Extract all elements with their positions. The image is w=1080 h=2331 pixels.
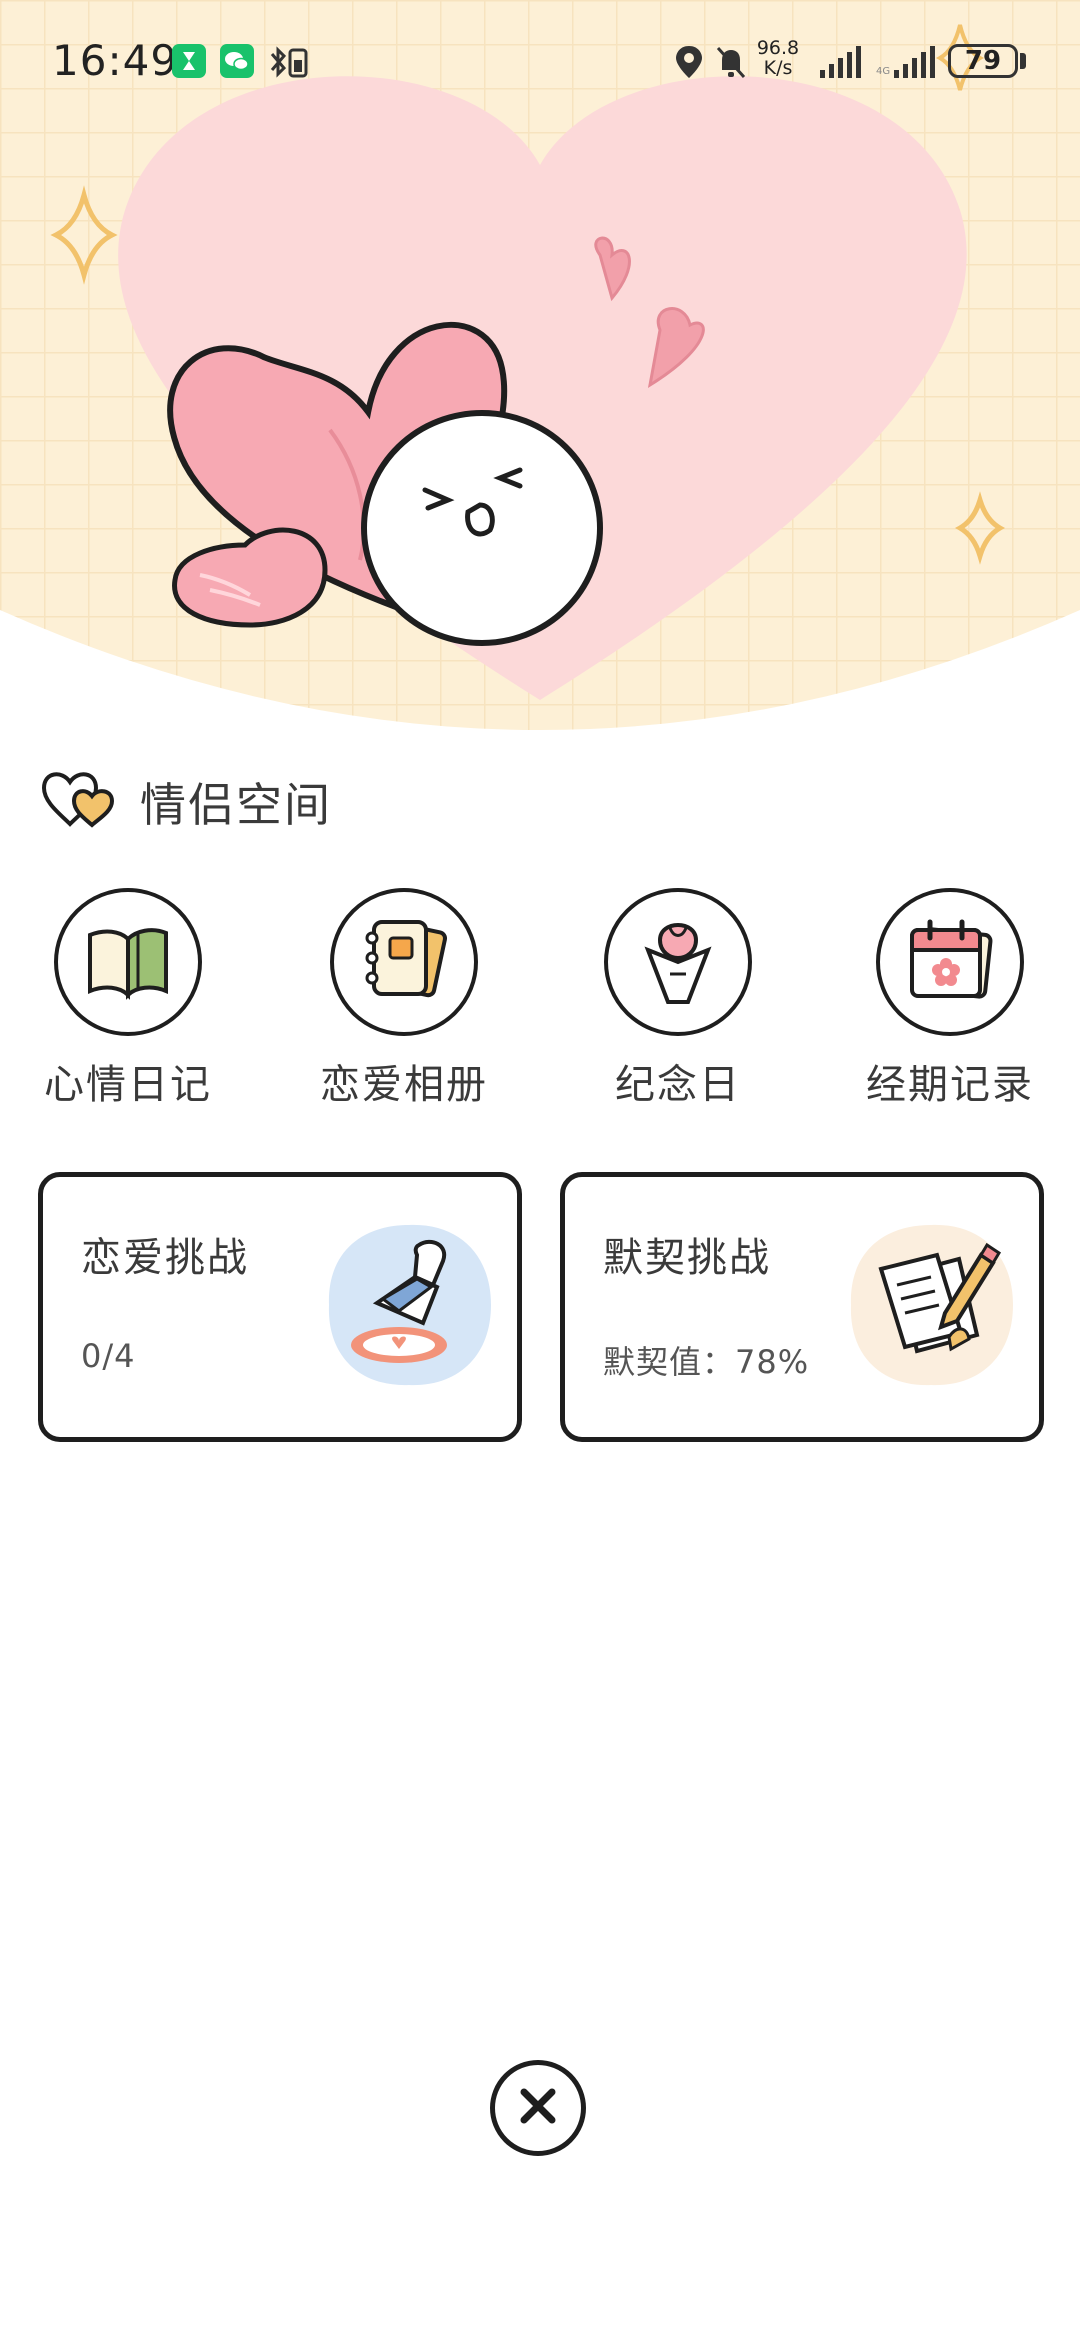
feature-icon-circle[interactable] [604, 888, 752, 1036]
battery-tip [1020, 53, 1026, 69]
flower-bouquet-icon [630, 910, 726, 1014]
feature-period-record[interactable]: 经期记录 [840, 888, 1060, 1110]
feature-label: 心情日记 [44, 1062, 212, 1108]
card-progress: 0/4 [81, 1337, 136, 1375]
signal-icon [818, 44, 862, 80]
section-title: 情侣空间 [140, 778, 332, 832]
feature-anniversary[interactable]: 纪念日 [568, 888, 788, 1110]
feature-label: 纪念日 [615, 1062, 741, 1108]
close-button[interactable] [490, 2060, 586, 2156]
couple-hearts-icon [40, 768, 120, 836]
network-speed-unit: K/s [763, 57, 793, 79]
tacit-challenge-card[interactable]: 默契挑战 默契值：78% [560, 1172, 1044, 1442]
feature-icon-circle[interactable] [876, 888, 1024, 1036]
feature-label: 恋爱相册 [320, 1062, 488, 1108]
feature-icon-circle[interactable] [54, 888, 202, 1036]
section-header: 情侣空间 [40, 762, 332, 842]
mute-bell-icon [714, 44, 748, 80]
open-book-icon [80, 915, 176, 1009]
battery-indicator: 79 [948, 44, 1018, 78]
card-title: 默契挑战 [603, 1235, 771, 1281]
network-speed-value: 96.8 [756, 37, 800, 59]
wechat-icon [220, 44, 254, 80]
notebook-album-icon [356, 912, 452, 1012]
card-title: 恋爱挑战 [81, 1235, 249, 1281]
feature-mood-diary[interactable]: 心情日记 [18, 888, 238, 1110]
card-tacit-value: 默契值：78% [603, 1343, 810, 1381]
calendar-flower-icon [900, 912, 1000, 1012]
signal-2-icon: 4G [876, 44, 936, 80]
network-speed: 96.8 K/s [752, 38, 804, 78]
feature-label: 经期记录 [866, 1062, 1034, 1108]
status-bar: 16:49 96.8 K/s 4G 79 [0, 0, 1080, 120]
feature-icon-circle[interactable] [330, 888, 478, 1036]
love-challenge-card[interactable]: 恋爱挑战 0/4 [38, 1172, 522, 1442]
feature-love-album[interactable]: 恋爱相册 [294, 888, 514, 1110]
note-pencil-icon [841, 1215, 1021, 1395]
location-icon [674, 44, 704, 80]
hourglass-app-icon [172, 44, 206, 80]
stamp-icon [319, 1215, 499, 1395]
close-icon [516, 2084, 560, 2132]
svg-text:4G: 4G [876, 66, 890, 77]
bluetooth-battery-icon [266, 44, 314, 80]
status-time: 16:49 [52, 36, 179, 85]
